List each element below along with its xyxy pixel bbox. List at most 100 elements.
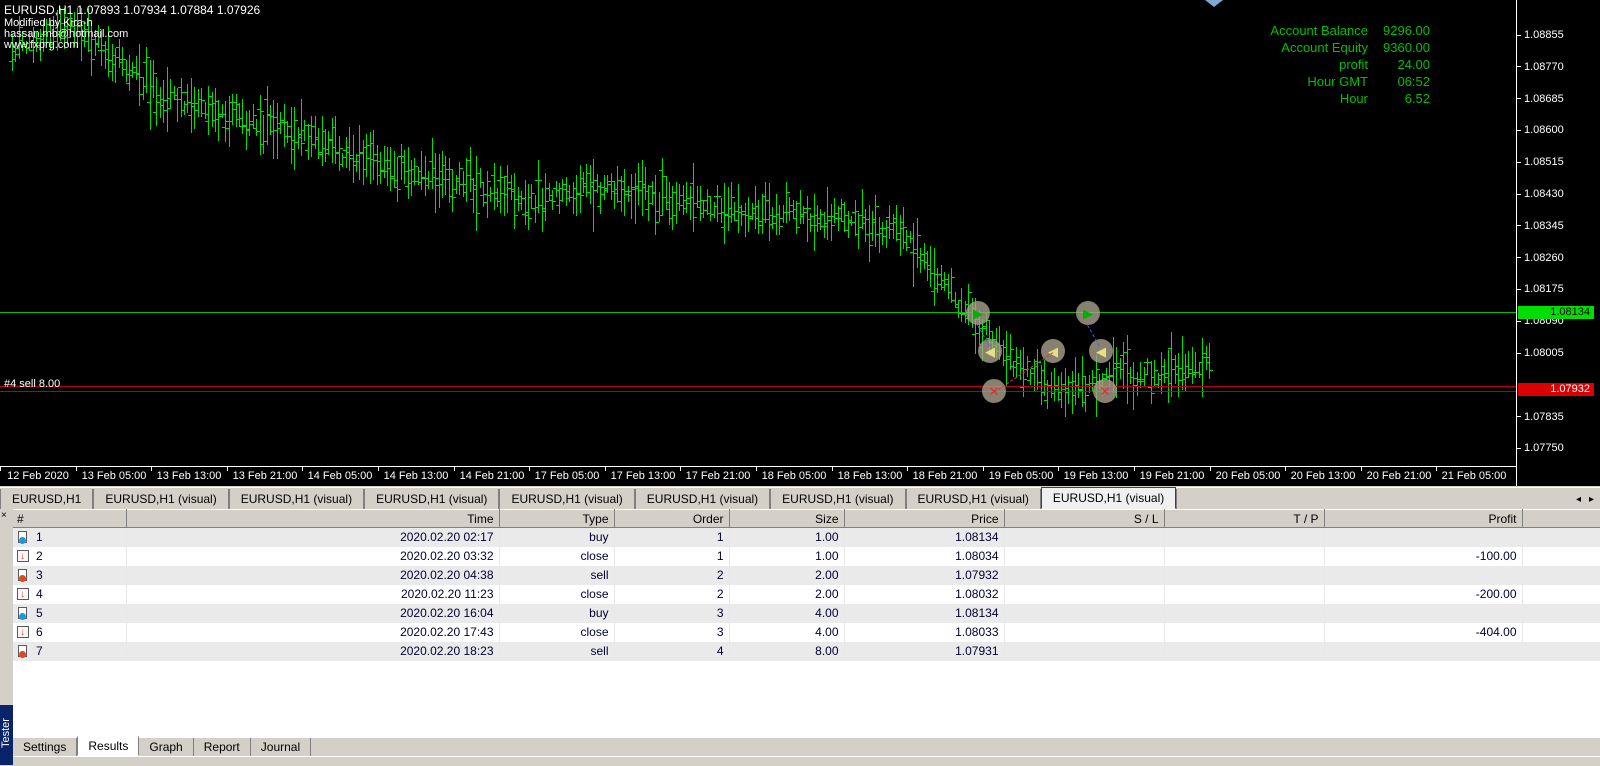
candle-open-tick (680, 205, 683, 206)
close-icon[interactable]: × (1, 511, 7, 521)
candle-open-tick (1172, 369, 1175, 370)
results-table-container[interactable]: #TimeTypeOrderSizePriceS / LT / PProfitB… (13, 509, 1600, 716)
candle-open-tick (697, 207, 700, 208)
candle-open-tick (755, 218, 758, 219)
price-scale[interactable]: 1.088551.087701.086851.086001.085151.084… (1516, 0, 1600, 486)
candle-open-tick (838, 208, 841, 209)
tester-tab-report[interactable]: Report (194, 738, 251, 756)
time-scale[interactable]: 12 Feb 202013 Feb 05:0013 Feb 13:0013 Fe… (0, 466, 1516, 486)
table-row[interactable]: 12020.02.20 02:17buy11.001.08134 (13, 528, 1600, 547)
table-row[interactable]: ↓42020.02.20 11:23close22.001.08032-200.… (13, 585, 1600, 604)
chevron-right-icon[interactable]: ▸ (1589, 494, 1594, 505)
time-tick-label: 19 Feb 21:00 (1140, 470, 1205, 482)
tester-tab-settings[interactable]: Settings (13, 738, 77, 756)
results-column-header[interactable]: Profit (1324, 510, 1522, 528)
candle-open-tick (835, 213, 838, 214)
table-row[interactable]: 72020.02.20 18:23sell48.001.07931 (13, 642, 1600, 661)
candle-open-tick (191, 103, 194, 104)
candle-bar (129, 55, 130, 91)
results-column-header[interactable]: Type (499, 510, 614, 528)
results-column-header[interactable]: Size (729, 510, 844, 528)
chevron-left-icon[interactable]: ◂ (1576, 494, 1581, 505)
results-column-header[interactable]: T / P (1164, 510, 1324, 528)
chart-tab-scroll-arrows[interactable]: ◂ ▸ (1562, 489, 1600, 509)
results-column-header[interactable]: S / L (1004, 510, 1164, 528)
candle-open-tick (181, 110, 184, 111)
chart-tab[interactable]: EURUSD,H1 (visual) (229, 489, 364, 509)
results-column-header[interactable]: Balance (1522, 510, 1600, 528)
trade-marker-sell-icon[interactable]: ◀ (1041, 339, 1065, 363)
candle-open-tick (515, 199, 518, 200)
candle-open-tick (436, 178, 439, 179)
candle-bar (342, 153, 343, 167)
results-profit-cell (1324, 604, 1522, 623)
candle-bar (435, 153, 436, 213)
chart-tab[interactable]: EURUSD,H1 (visual) (770, 489, 905, 509)
results-profit-cell: -200.00 (1324, 585, 1522, 604)
trade-marker-close-icon[interactable]: ✕ (1093, 379, 1117, 403)
trade-marker-sell-icon[interactable]: ◀ (978, 339, 1002, 363)
results-price-cell: 1.07932 (844, 566, 1004, 585)
chart-tab[interactable]: EURUSD,H1 (visual) (364, 489, 499, 509)
results-column-header[interactable]: Order (614, 510, 729, 528)
candle-bar (1010, 334, 1011, 370)
candle-bar (858, 213, 859, 249)
candle-bar (315, 116, 316, 149)
candle-open-tick (233, 109, 236, 110)
chart-tab[interactable]: EURUSD,H1 (visual) (635, 489, 770, 509)
results-column-header[interactable]: # (13, 510, 126, 528)
candle-open-tick (1058, 399, 1061, 400)
candle-open-tick (226, 121, 229, 122)
candle-open-tick (924, 262, 927, 263)
table-row[interactable]: ↓22020.02.20 03:32close11.001.08034-100.… (13, 547, 1600, 566)
chart-tab[interactable]: EURUSD,H1 (visual) (93, 489, 228, 509)
table-row[interactable]: ↓62020.02.20 17:43close34.001.08033-404.… (13, 623, 1600, 642)
candle-bar (205, 102, 206, 119)
candle-open-tick (983, 326, 986, 327)
trade-marker-sell-icon[interactable]: ◀ (1089, 339, 1113, 363)
chart-tab-active[interactable]: EURUSD,H1 (visual) (1041, 487, 1176, 509)
candle-open-tick (408, 183, 411, 184)
trade-marker-buy-icon[interactable]: ▶ (966, 301, 990, 325)
trade-marker-buy-icon[interactable]: ▶ (1076, 301, 1100, 325)
candle-open-tick (484, 202, 487, 203)
candle-close-tick (453, 197, 456, 198)
candle-open-tick (879, 233, 882, 234)
candle-bar (958, 301, 959, 318)
candle-bar (645, 167, 646, 200)
chart-canvas[interactable]: ▶◀✕◀▶◀✕ EURUSD,H1 1.07893 1.07934 1.0788… (0, 0, 1516, 486)
table-row[interactable]: 52020.02.20 16:04buy34.001.08134 (13, 604, 1600, 623)
candle-open-tick (1185, 366, 1188, 367)
chart-tab[interactable]: EURUSD,H1 (0, 489, 93, 509)
candle-bar (242, 99, 243, 134)
candle-close-tick (787, 192, 790, 193)
results-balance-cell: 9296.00 (1522, 623, 1600, 642)
chart-tab[interactable]: EURUSD,H1 (visual) (906, 489, 1041, 509)
chart-tab[interactable]: EURUSD,H1 (visual) (499, 489, 634, 509)
candle-close-tick (718, 196, 721, 197)
tester-tab-journal[interactable]: Journal (251, 738, 311, 756)
results-order-cell: 2 (614, 566, 729, 585)
candle-open-tick (222, 127, 225, 128)
candle-open-tick (762, 196, 765, 197)
candle-close-tick (488, 181, 491, 182)
tester-tab-results[interactable]: Results (77, 736, 139, 756)
candle-bar (934, 248, 935, 306)
candle-open-tick (1189, 373, 1192, 374)
results-tp-cell (1164, 566, 1324, 585)
tester-tab-bar[interactable]: SettingsResultsGraphReportJournal (13, 736, 311, 756)
candle-bar (504, 176, 505, 216)
results-table-header-row[interactable]: #TimeTypeOrderSizePriceS / LT / PProfitB… (13, 510, 1600, 528)
results-column-header[interactable]: Time (126, 510, 499, 528)
price-tick-mark (1517, 194, 1521, 195)
chart-tab-bar[interactable]: EURUSD,H1EURUSD,H1 (visual)EURUSD,H1 (vi… (0, 487, 1600, 509)
results-column-header[interactable]: Price (844, 510, 1004, 528)
candle-bar (562, 179, 563, 202)
time-tick-label: 14 Feb 21:00 (460, 470, 525, 482)
table-row[interactable]: 32020.02.20 04:38sell22.001.07932 (13, 566, 1600, 585)
tester-tab-graph[interactable]: Graph (139, 738, 193, 756)
candle-open-tick (497, 180, 500, 181)
candle-bar (256, 119, 257, 136)
candle-bar (779, 205, 780, 235)
chart-area[interactable]: ▶◀✕◀▶◀✕ EURUSD,H1 1.07893 1.07934 1.0788… (0, 0, 1600, 486)
